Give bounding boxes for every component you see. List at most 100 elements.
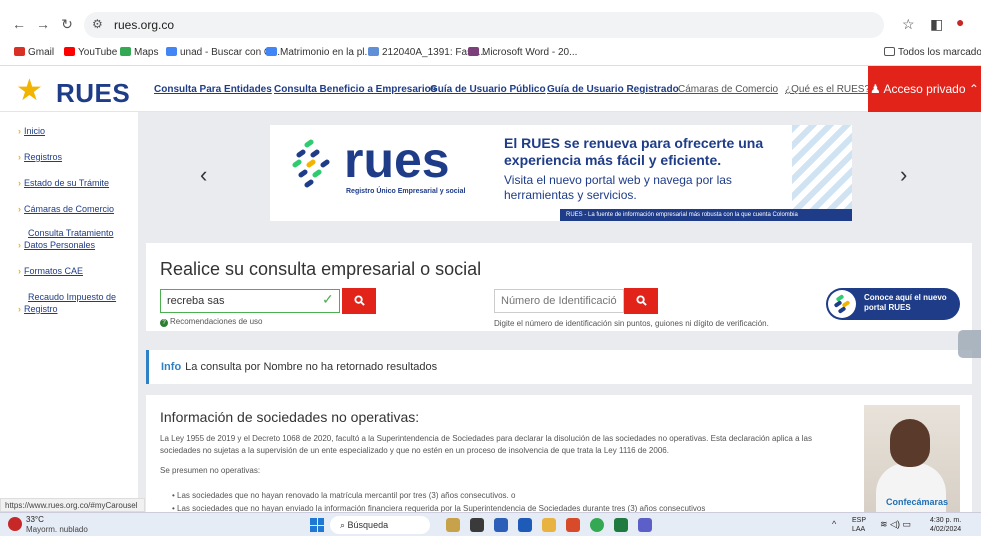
teams-icon[interactable]: [494, 518, 508, 532]
ops-presumed: Se presumen no operativas:: [160, 466, 261, 475]
chevron-right-icon: ›: [18, 266, 21, 276]
all-bookmarks[interactable]: Todos los marcadores: [884, 47, 981, 58]
windows-start-icon[interactable]: [310, 518, 324, 532]
taskbar-search[interactable]: ⌕ Búsqueda: [330, 516, 430, 534]
star-logo-icon: ★: [16, 74, 43, 107]
star-icon[interactable]: ☆: [902, 16, 915, 33]
network-volume-battery-icons[interactable]: ≋ ◁) ▭: [880, 519, 911, 530]
document-icon: [368, 47, 379, 56]
word-icon[interactable]: [518, 518, 532, 532]
weather-icon[interactable]: [8, 517, 22, 531]
sidebar-item-consulta-tratamiento[interactable]: Consulta Tratamiento: [28, 228, 114, 239]
word-icon: [468, 47, 479, 56]
list-item: • Las sociedades que no hayan renovado l…: [172, 491, 516, 500]
main-content: ‹ rues Registro Único Empresarial y soci…: [138, 112, 981, 525]
carousel-next-icon[interactable]: ›: [900, 162, 907, 188]
navigation-row: ← → ↻ ⚙ rues.org.co ☆ ◧ ●: [0, 12, 981, 38]
bookmark-gmail[interactable]: Gmail: [14, 47, 54, 58]
bookmark-word[interactable]: Microsoft Word - 20...: [468, 47, 577, 58]
banner-rues-logo: rues Registro Único Empresarial y social: [290, 135, 470, 199]
sidebar-item-camaras[interactable]: › Cámaras de Comercio: [18, 204, 114, 215]
user-icon: ♟: [870, 82, 881, 96]
nav-camaras-comercio[interactable]: Cámaras de Comercio: [678, 84, 778, 95]
nav-beneficio-empresarios[interactable]: Consulta Beneficio a Empresarios: [274, 84, 436, 95]
site-info-icon[interactable]: ⚙: [92, 17, 103, 31]
dots-logo-icon: [290, 138, 334, 195]
sidepanel-icon[interactable]: ◧: [930, 16, 943, 33]
bookmarks-bar: Gmail YouTube Maps unad - Buscar con G..…: [0, 44, 981, 64]
profile-icon[interactable]: ●: [956, 14, 964, 30]
nav-guia-publico[interactable]: Guía de Usuario Público: [430, 84, 546, 95]
name-search-button[interactable]: [342, 288, 376, 314]
browser-toolbar: ← → ↻ ⚙ rues.org.co ☆ ◧ ● Gmail YouTube …: [0, 0, 981, 66]
clock[interactable]: 4:30 p. m. 4/02/2024: [930, 516, 961, 534]
ops-title: Información de sociedades no operativas:: [160, 409, 420, 425]
carousel-prev-icon[interactable]: ‹: [200, 162, 207, 188]
chevron-right-icon: ›: [18, 126, 21, 136]
site-header: ★ RUES Consulta Para Entidades Consulta …: [0, 66, 981, 112]
folder-icon: [884, 47, 895, 56]
chevron-right-icon: ›: [18, 304, 21, 314]
sidebar-item-registros[interactable]: › Registros: [18, 152, 62, 163]
sidebar-item-inicio[interactable]: › Inicio: [18, 126, 45, 137]
banner-headline: El RUES se renueva para ofrecerte una ex…: [504, 135, 764, 168]
chevron-right-icon: ›: [18, 204, 21, 214]
private-access-button[interactable]: ♟ Acceso privado ⌃: [868, 66, 981, 112]
language-indicator[interactable]: ESP LAA: [852, 516, 866, 534]
sidebar-item-registro[interactable]: › Registro: [18, 304, 58, 315]
excel-icon[interactable]: [614, 518, 628, 532]
office-icon[interactable]: [566, 518, 580, 532]
id-search-button[interactable]: [624, 288, 658, 314]
chevron-right-icon: ›: [18, 178, 21, 188]
status-bar-url: https://www.rues.org.co/#myCarousel: [0, 498, 145, 512]
non-operative-info-card: Información de sociedades no operativas:…: [146, 395, 972, 525]
info-message: La consulta por Nombre no ha retornado r…: [185, 361, 438, 373]
info-alert: Info La consulta por Nombre no ha retorna…: [146, 350, 972, 384]
url-text: rues.org.co: [114, 18, 175, 32]
sidebar: › Inicio › Registros › Estado de su Trámite…: [0, 112, 138, 512]
folder-icon[interactable]: [542, 518, 556, 532]
sidebar-item-estado-tramite[interactable]: › Estado de su Trámite: [18, 178, 109, 189]
banner-footer: RUES - La fuente de información empresar…: [560, 209, 852, 221]
chevron-up-icon: ⌃: [968, 82, 979, 96]
weather-temperature: 33°C: [26, 515, 44, 524]
nav-que-es-rues[interactable]: ¿Qué es el RUES?: [785, 84, 870, 95]
bookmark-unad[interactable]: unad - Buscar con G...: [166, 47, 280, 58]
task-view-icon[interactable]: [470, 518, 484, 532]
search-icon: [635, 295, 647, 306]
google-icon: [266, 47, 277, 56]
app-icon[interactable]: [638, 518, 652, 532]
new-portal-button[interactable]: Conoce aquí el nuevo portal RUES: [826, 288, 960, 320]
sidebar-item-formatos-cae[interactable]: › Formatos CAE: [18, 266, 83, 277]
rues-dots-icon: [828, 290, 856, 318]
bookmark-matrimonio[interactable]: Matrimonio en la pl...: [266, 47, 373, 58]
name-search-input[interactable]: [160, 289, 340, 313]
back-icon[interactable]: ←: [10, 16, 28, 32]
floating-widget-icon[interactable]: [958, 330, 981, 358]
id-search-input[interactable]: [494, 289, 624, 313]
bookmark-maps[interactable]: Maps: [120, 47, 158, 58]
youtube-icon: [64, 47, 75, 56]
file-explorer-icon[interactable]: [446, 518, 460, 532]
chevron-right-icon: ›: [18, 240, 21, 250]
confecamaras-ad-image[interactable]: Confecámaras: [864, 405, 960, 515]
chrome-icon[interactable]: [590, 518, 604, 532]
gmail-icon: [14, 47, 25, 56]
info-label: Info: [161, 361, 182, 373]
chevron-up-icon[interactable]: ^: [832, 519, 836, 529]
person-body: [876, 463, 946, 515]
bookmark-youtube[interactable]: YouTube: [64, 47, 117, 58]
forward-icon[interactable]: →: [34, 16, 52, 32]
windows-taskbar: 33°C Mayorm. nublado ⌕ Búsqueda ^ ESP LAA…: [0, 512, 981, 536]
chevron-right-icon: ›: [18, 152, 21, 162]
address-bar[interactable]: ⚙ rues.org.co: [84, 12, 884, 38]
nav-consulta-entidades[interactable]: Consulta Para Entidades: [154, 84, 272, 95]
sidebar-item-recaudo-impuesto[interactable]: Recaudo Impuesto de: [28, 292, 116, 303]
reload-icon[interactable]: ↻: [58, 16, 76, 33]
sidebar-item-datos-personales[interactable]: › Datos Personales: [18, 240, 95, 251]
carousel-banner[interactable]: rues Registro Único Empresarial y social…: [270, 125, 852, 221]
usage-recommendations-link[interactable]: ? Recomendaciones de uso: [160, 317, 263, 327]
nav-guia-registrado[interactable]: Guía de Usuario Registrado: [547, 84, 679, 95]
ops-paragraph: La Ley 1955 de 2019 y el Decreto 1068 de…: [160, 434, 812, 455]
weather-description: Mayorm. nublado: [26, 525, 88, 534]
